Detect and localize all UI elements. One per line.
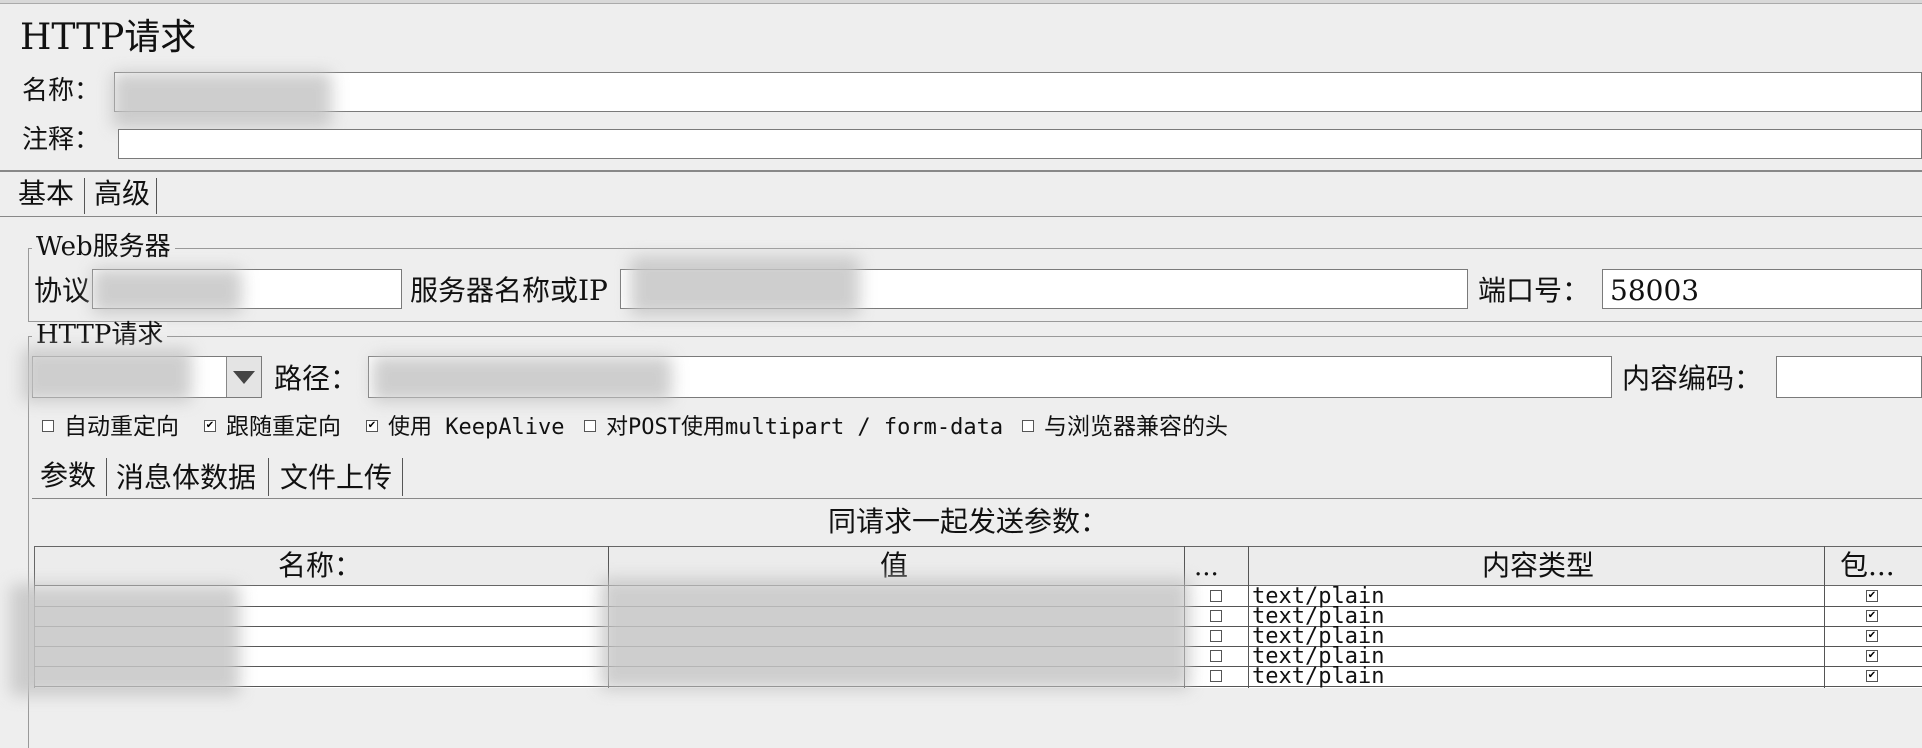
sub-tab-strip-underline bbox=[32, 498, 1922, 499]
multipart-checkbox[interactable] bbox=[584, 420, 596, 432]
redacted-param-names bbox=[10, 584, 240, 696]
web-server-legend: Web服务器 bbox=[32, 234, 175, 260]
check-icon: ✔ bbox=[1867, 610, 1877, 621]
col-header-content-type[interactable]: 内容类型 bbox=[1482, 552, 1594, 580]
server-label: 服务器名称或IP bbox=[410, 274, 608, 307]
follow-redirect-label: 跟随重定向 bbox=[226, 414, 341, 440]
check-icon: ✔ bbox=[1867, 650, 1877, 661]
redacted-path bbox=[372, 356, 672, 402]
auto-redirect-checkbox[interactable] bbox=[42, 420, 54, 432]
encode-checkbox[interactable] bbox=[1210, 650, 1222, 662]
tab-divider bbox=[268, 458, 269, 496]
redacted-param-values bbox=[600, 578, 1190, 690]
port-label: 端口号： bbox=[1478, 274, 1591, 307]
comment-label: 注释： bbox=[22, 125, 101, 155]
col-header-value[interactable]: 值 bbox=[880, 552, 908, 580]
params-title: 同请求一起发送参数： bbox=[828, 505, 1109, 538]
include-checkbox[interactable]: ✔ bbox=[1866, 650, 1878, 662]
protocol-label: 协议 bbox=[34, 274, 91, 307]
keepalive-checkbox[interactable]: ✔ bbox=[366, 420, 378, 432]
redacted-method bbox=[22, 348, 192, 402]
tab-advanced[interactable]: 高级 bbox=[94, 180, 150, 208]
check-icon: ✔ bbox=[367, 420, 377, 431]
auto-redirect-label: 自动重定向 bbox=[64, 414, 179, 440]
name-label: 名称： bbox=[22, 76, 101, 106]
separator bbox=[0, 170, 1922, 172]
col-header-encode[interactable]: ... bbox=[1194, 554, 1219, 580]
follow-redirect-checkbox[interactable]: ✔ bbox=[204, 420, 216, 432]
encode-checkbox[interactable] bbox=[1210, 630, 1222, 642]
encode-checkbox[interactable] bbox=[1210, 610, 1222, 622]
encoding-label: 内容编码： bbox=[1622, 362, 1763, 395]
redacted-server bbox=[630, 256, 860, 316]
comment-input[interactable] bbox=[118, 129, 1922, 159]
tab-divider bbox=[106, 458, 107, 496]
encoding-input[interactable] bbox=[1776, 356, 1922, 398]
include-checkbox[interactable]: ✔ bbox=[1866, 590, 1878, 602]
port-value: 58003 bbox=[1610, 274, 1700, 307]
tab-divider bbox=[402, 458, 403, 496]
tab-body-data[interactable]: 消息体数据 bbox=[116, 464, 256, 492]
browser-headers-checkbox[interactable] bbox=[1022, 420, 1034, 432]
redacted-protocol bbox=[92, 268, 242, 314]
http-request-legend: HTTP请求 bbox=[32, 322, 168, 348]
multipart-label: 对POST使用multipart / form-data bbox=[606, 415, 1004, 440]
col-header-include[interactable]: 包... bbox=[1840, 552, 1895, 580]
check-icon: ✔ bbox=[205, 420, 215, 431]
tab-strip-underline bbox=[0, 216, 1922, 217]
chevron-down-icon bbox=[233, 371, 255, 384]
content-type-cell[interactable]: text/plain bbox=[1252, 666, 1384, 688]
window-top-strip bbox=[0, 0, 1922, 4]
include-checkbox[interactable]: ✔ bbox=[1866, 670, 1878, 682]
tab-divider bbox=[84, 178, 85, 214]
check-icon: ✔ bbox=[1867, 590, 1877, 601]
check-icon: ✔ bbox=[1867, 630, 1877, 641]
col-header-name[interactable]: 名称： bbox=[278, 552, 362, 580]
redacted-name bbox=[112, 72, 332, 128]
tab-parameters[interactable]: 参数 bbox=[40, 462, 96, 490]
encode-checkbox[interactable] bbox=[1210, 590, 1222, 602]
tab-file-upload[interactable]: 文件上传 bbox=[280, 464, 392, 492]
include-checkbox[interactable]: ✔ bbox=[1866, 610, 1878, 622]
name-input[interactable] bbox=[114, 72, 1922, 112]
include-checkbox[interactable]: ✔ bbox=[1866, 630, 1878, 642]
tab-divider bbox=[156, 178, 157, 214]
check-icon: ✔ bbox=[1867, 670, 1877, 681]
tab-basic[interactable]: 基本 bbox=[18, 180, 74, 208]
path-label: 路径： bbox=[274, 362, 359, 395]
encode-checkbox[interactable] bbox=[1210, 670, 1222, 682]
browser-headers-label: 与浏览器兼容的头 bbox=[1044, 414, 1228, 440]
keepalive-label: 使用 KeepAlive bbox=[388, 415, 565, 440]
page-title: HTTP请求 bbox=[20, 17, 197, 58]
